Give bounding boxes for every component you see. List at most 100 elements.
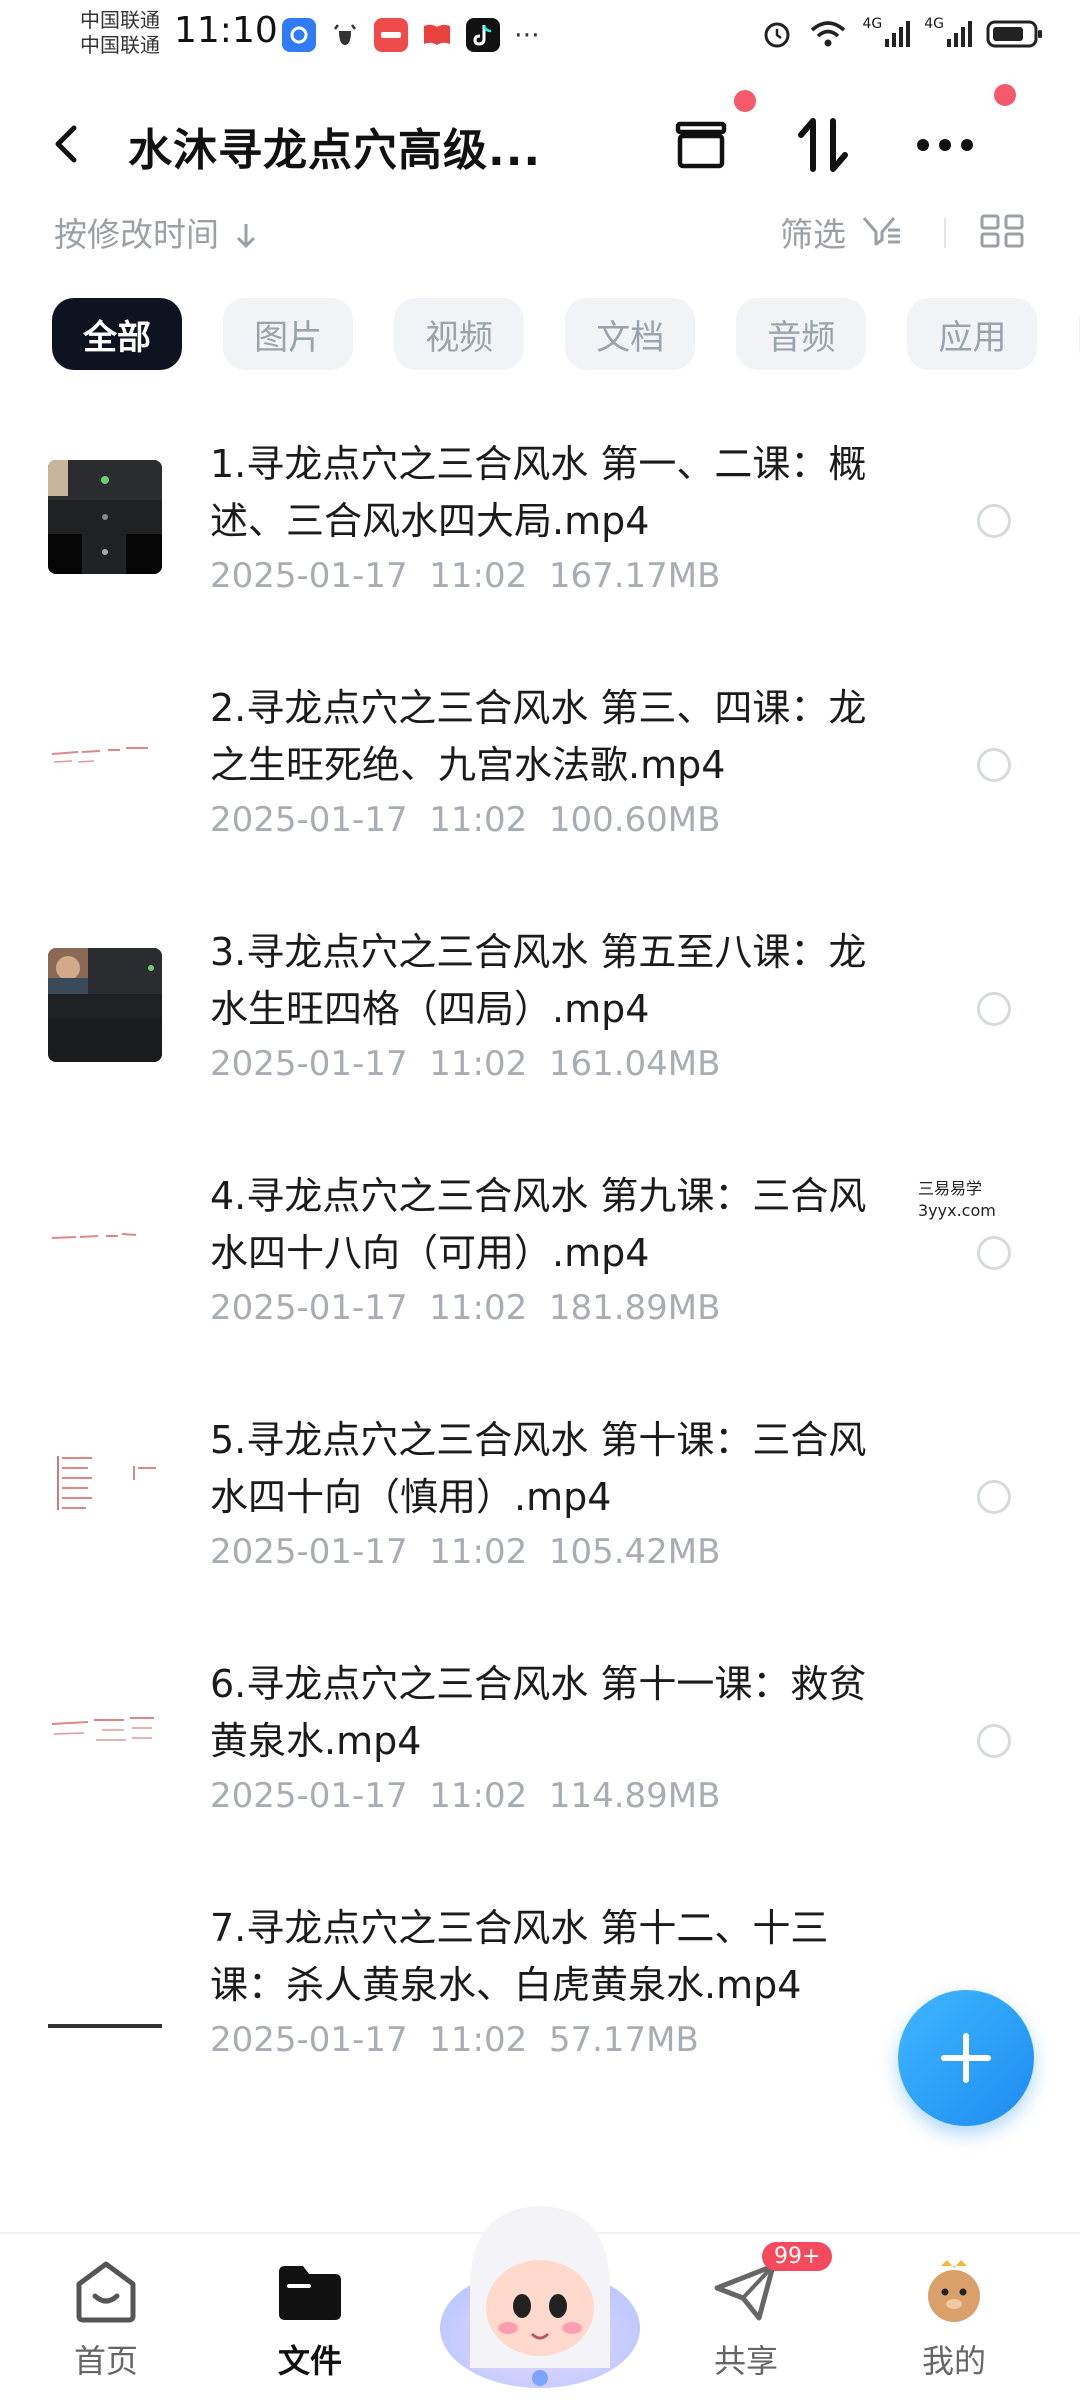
more-notification-dot [994, 84, 1016, 106]
file-date: 2025-01-17 [210, 556, 408, 596]
sort-label: 按修改时间 [54, 215, 219, 254]
page-title: 水沐寻龙点穴高级... [128, 125, 542, 176]
file-date: 2025-01-17 [210, 1288, 408, 1328]
video-thumbnail [48, 1680, 162, 1794]
file-name: 7.寻龙点穴之三合风水 第十二、十三课：杀人黄泉水、白虎黄泉水.mp4 [210, 1906, 829, 2007]
select-radio[interactable] [977, 1236, 1011, 1270]
video-thumbnail [48, 704, 162, 818]
more-notifications-icon: ⋯ [514, 20, 540, 50]
file-size: 161.04MB [548, 1044, 721, 1084]
file-size: 105.42MB [548, 1532, 721, 1572]
filter-label: 筛选 [780, 215, 846, 254]
file-size: 181.89MB [548, 1288, 721, 1328]
select-radio[interactable] [977, 992, 1011, 1026]
video-thumbnail [48, 948, 162, 1062]
file-name: 3.寻龙点穴之三合风水 第五至八课：龙水生旺四格（四局）.mp4 [210, 930, 867, 1031]
signal-1-icon: 4G [862, 16, 911, 52]
tiktok-notif-icon [466, 18, 500, 52]
divider [944, 218, 946, 248]
book-notif-icon [420, 18, 454, 52]
carrier-2: 中国联通 [80, 33, 160, 57]
tab-documents[interactable]: 文档 [565, 298, 696, 370]
nav-profile[interactable]: 我的 [884, 2258, 1024, 2382]
file-list: 1.寻龙点穴之三合风水 第一、二课：概述、三合风水四大局.mp4 2025-01… [0, 410, 1080, 2118]
mascot-icon [440, 2206, 640, 2388]
file-date: 2025-01-17 [210, 1044, 408, 1084]
network-type-2: 4G [924, 16, 944, 32]
sort-filter-row: 按修改时间 筛选 [0, 208, 1080, 258]
video-thumbnail [48, 1192, 162, 1306]
nav-home[interactable]: 首页 [36, 2258, 176, 2382]
avatar-icon [928, 2260, 980, 2322]
file-time: 11:02 [429, 2020, 528, 2060]
system-indicators: 4G 4G [760, 16, 1044, 52]
file-meta: 2025-01-17 11:02 57.17MB [210, 2020, 699, 2060]
file-time: 11:02 [429, 1044, 528, 1084]
tab-videos[interactable]: 视频 [394, 298, 525, 370]
home-icon [76, 2261, 136, 2323]
file-name: 2.寻龙点穴之三合风水 第三、四课：龙之生旺死绝、九宫水法歌.mp4 [210, 686, 867, 787]
nav-home-label: 首页 [73, 2342, 138, 2380]
file-row[interactable]: 3.寻龙点穴之三合风水 第五至八课：龙水生旺四格（四局）.mp4 2025-01… [0, 898, 1080, 1142]
sort-arrows-icon [798, 118, 848, 172]
file-row[interactable]: 1.寻龙点穴之三合风水 第一、二课：概述、三合风水四大局.mp4 2025-01… [0, 410, 1080, 654]
select-radio[interactable] [977, 1480, 1011, 1514]
filter-icon[interactable] [862, 214, 902, 248]
watermark: 三易易学 3yyx.com [918, 1178, 996, 1222]
file-time: 11:02 [429, 1532, 528, 1572]
category-tabs: 全部 图片 视频 文档 音频 应用 [52, 298, 1080, 370]
alarm-icon [760, 16, 794, 52]
watermark-line-1: 三易易学 [918, 1179, 983, 1198]
archive-button[interactable] [666, 110, 736, 180]
assistant-mascot-button[interactable] [430, 2178, 650, 2398]
wifi-icon [808, 16, 848, 52]
add-button[interactable] [898, 1990, 1034, 2126]
file-size: 57.17MB [548, 2020, 699, 2060]
file-row[interactable]: 2.寻龙点穴之三合风水 第三、四课：龙之生旺死绝、九宫水法歌.mp4 2025-… [0, 654, 1080, 898]
nav-files[interactable]: 文件 [240, 2258, 380, 2382]
shop-notif-icon [374, 18, 408, 52]
file-row[interactable]: 6.寻龙点穴之三合风水 第十一课：救贫黄泉水.mp4 2025-01-17 11… [0, 1630, 1080, 1874]
nav-files-label: 文件 [277, 2342, 342, 2380]
file-date: 2025-01-17 [210, 1776, 408, 1816]
file-time: 11:02 [429, 1776, 528, 1816]
file-row[interactable]: 5.寻龙点穴之三合风水 第十课：三合风水四十向（慎用）.mp4 2025-01-… [0, 1386, 1080, 1630]
archive-notification-dot [734, 90, 756, 112]
tab-images[interactable]: 图片 [223, 298, 354, 370]
video-thumbnail [48, 460, 162, 574]
archive-box-icon [675, 121, 727, 169]
file-meta: 2025-01-17 11:02 161.04MB [210, 1044, 720, 1084]
select-radio[interactable] [977, 504, 1011, 538]
status-bar: 中国联通 中国联通 11:10 ⋯ 4G 4G [0, 0, 1080, 80]
plus-icon [941, 2033, 991, 2083]
file-size: 167.17MB [548, 556, 721, 596]
sort-dropdown[interactable]: 按修改时间 [54, 208, 258, 256]
app-notif-icon [282, 18, 316, 52]
file-name: 4.寻龙点穴之三合风水 第九课：三合风水四十八向（可用）.mp4 [210, 1174, 867, 1275]
network-type-1: 4G [862, 16, 883, 32]
grid-view-icon[interactable] [980, 214, 1024, 250]
tab-apps[interactable]: 应用 [907, 298, 1038, 370]
select-radio[interactable] [977, 748, 1011, 782]
watermark-line-2: 3yyx.com [918, 1201, 996, 1220]
nav-profile-label: 我的 [921, 2342, 986, 2380]
back-button[interactable] [46, 114, 96, 174]
sort-toggle-button[interactable] [788, 110, 858, 180]
alarm-notif-icon [328, 18, 362, 52]
file-time: 11:02 [429, 556, 528, 596]
more-options-button[interactable] [910, 110, 980, 180]
tab-all[interactable]: 全部 [52, 298, 182, 370]
file-meta: 2025-01-17 11:02 167.17MB [210, 556, 720, 596]
nav-share[interactable]: 99+ 共享 [676, 2242, 833, 2382]
tab-audio[interactable]: 音频 [736, 298, 867, 370]
folder-icon [279, 2266, 341, 2320]
file-date: 2025-01-17 [210, 2020, 408, 2060]
file-time: 11:02 [429, 800, 528, 840]
select-radio[interactable] [977, 1724, 1011, 1758]
file-date: 2025-01-17 [210, 800, 408, 840]
carrier-1: 中国联通 [80, 8, 160, 32]
top-bar: 水沐寻龙点穴高级... [0, 84, 1080, 200]
filter-button[interactable]: 筛选 [780, 208, 846, 256]
chevron-left-icon [55, 125, 77, 163]
video-thumbnail [48, 1924, 162, 2038]
